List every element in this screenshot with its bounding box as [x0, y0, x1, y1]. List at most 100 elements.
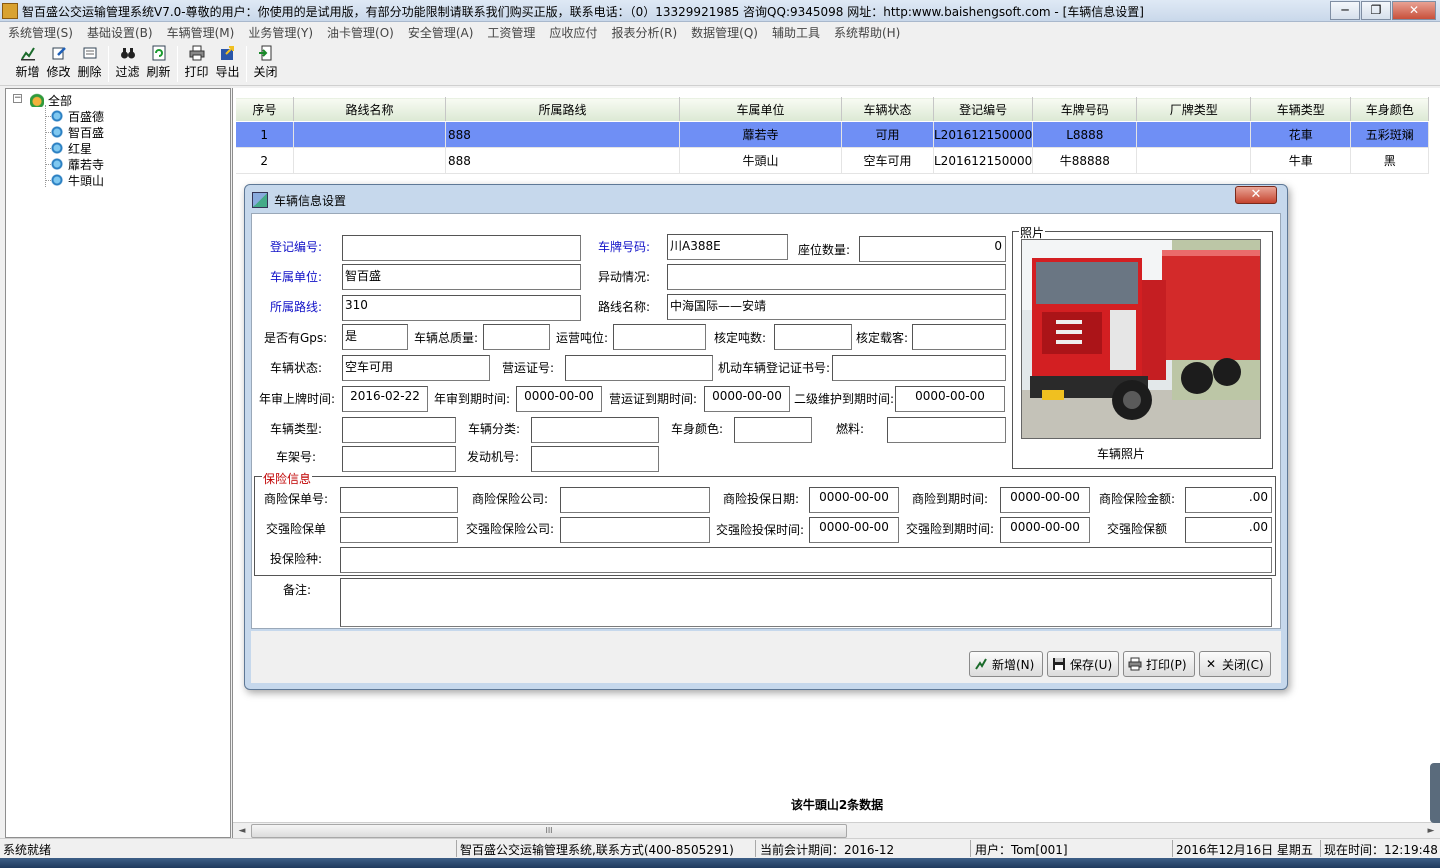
rated-tonnage-field[interactable] [774, 324, 852, 350]
total-mass-field[interactable] [483, 324, 550, 350]
com-due-field[interactable]: 0000-00-00 [1000, 487, 1090, 513]
maintenance-due-field[interactable]: 0000-00-00 [895, 386, 1005, 412]
vehicle-status-field[interactable]: 空车可用 [342, 355, 490, 381]
fuel-label: 燃料: [836, 422, 865, 436]
maximize-button[interactable]: ❐ [1361, 1, 1391, 20]
body-color-field[interactable] [734, 417, 812, 443]
dialog-titlebar: 车辆信息设置 ✕ [245, 185, 1287, 213]
vehicle-class-field[interactable] [531, 417, 659, 443]
reg-no-label: 登记编号: [270, 240, 323, 254]
side-scroll-handle[interactable] [1430, 763, 1440, 823]
motor-reg-field[interactable] [832, 355, 1006, 381]
vehicle-photo[interactable] [1021, 239, 1261, 439]
column-header[interactable]: 序号 [235, 97, 294, 122]
menu-reports[interactable]: 报表分析(R) [607, 22, 681, 42]
menu-system[interactable]: 系统管理(S) [4, 22, 77, 42]
minimize-button[interactable]: ─ [1330, 1, 1360, 20]
dialog-close-action-button[interactable]: ✕ 关闭(C) [1199, 651, 1271, 677]
com-amount-field[interactable]: .00 [1185, 487, 1272, 513]
tree-node-hongxing[interactable]: 红星 [50, 140, 92, 156]
toolbar-filter-button[interactable]: 过滤 [112, 44, 143, 84]
plate-field[interactable]: 川A388E [667, 234, 788, 260]
route-label: 所属路线: [270, 300, 323, 314]
menu-vehicle[interactable]: 车辆管理(M) [163, 22, 239, 42]
dialog-close-button[interactable]: ✕ [1235, 186, 1277, 204]
scroll-right-arrow[interactable]: ► [1423, 824, 1439, 838]
column-header[interactable]: 车辆状态 [841, 97, 934, 122]
cmp-date-field[interactable]: 0000-00-00 [809, 517, 899, 543]
tree-node-baishengde[interactable]: 百盛德 [50, 108, 104, 124]
reg-no-field[interactable] [342, 235, 581, 261]
column-header[interactable]: 车辆类型 [1250, 97, 1352, 122]
scroll-left-arrow[interactable]: ◄ [234, 824, 250, 838]
column-header[interactable]: 车牌号码 [1032, 97, 1138, 122]
tree-collapse-toggle[interactable]: − [13, 94, 22, 103]
menu-bar: 系统管理(S) 基础设置(B) 车辆管理(M) 业务管理(Y) 油卡管理(O) … [0, 22, 1440, 42]
toolbar-export-button[interactable]: 导出 [212, 44, 243, 84]
op-cert-due-field[interactable]: 0000-00-00 [704, 386, 790, 412]
toolbar-refresh-button[interactable]: 刷新 [143, 44, 174, 84]
column-header[interactable]: 所属路线 [445, 97, 680, 122]
dialog-save-button[interactable]: 保存(U) [1047, 651, 1119, 677]
menu-receivable-payable[interactable]: 应收应付 [545, 22, 601, 42]
table-row[interactable]: 1 888 蘼若寺 可用 L201612150000 L8888 花車 五彩斑斓 [235, 121, 1430, 148]
toolbar-edit-button[interactable]: 修改 [43, 44, 74, 84]
toolbar-add-button[interactable]: 新增 [12, 44, 43, 84]
menu-basic-settings[interactable]: 基础设置(B) [83, 22, 157, 42]
column-header[interactable]: 厂牌类型 [1136, 97, 1252, 122]
toolbar-print-button[interactable]: 打印 [181, 44, 212, 84]
annual-due-field[interactable]: 0000-00-00 [516, 386, 602, 412]
column-header[interactable]: 车身颜色 [1350, 97, 1430, 122]
cmp-policy-field[interactable] [340, 517, 458, 543]
notes-field[interactable] [340, 578, 1272, 627]
plate-date-field[interactable]: 2016-02-22 [342, 386, 428, 412]
tree-node-zhibaisheng[interactable]: 智百盛 [50, 124, 104, 140]
toolbar-delete-button[interactable]: 删除 [74, 44, 105, 84]
tree-leaf-icon [50, 173, 64, 187]
cmp-due-label: 交强险到期时间: [906, 522, 995, 536]
cmp-amount-field[interactable]: .00 [1185, 517, 1272, 543]
status-ready: 系统就绪 [3, 843, 52, 857]
toolbar-close-button[interactable]: 关闭 [250, 44, 281, 84]
com-company-field[interactable] [560, 487, 710, 513]
column-header[interactable]: 车属单位 [679, 97, 842, 122]
menu-fuel-card[interactable]: 油卡管理(O) [323, 22, 398, 42]
op-tonnage-field[interactable] [613, 324, 706, 350]
dialog-print-button[interactable]: 打印(P) [1123, 651, 1195, 677]
tree-node-miruosi[interactable]: 蘼若寺 [50, 156, 104, 172]
menu-tools[interactable]: 辅助工具 [768, 22, 824, 42]
dialog-add-button[interactable]: 新增(N) [969, 651, 1043, 677]
table-row[interactable]: 2 888 牛頭山 空车可用 L201612150000 牛88888 牛車 黑 [235, 147, 1430, 174]
insurance-types-field[interactable] [340, 547, 1272, 573]
cmp-due-field[interactable]: 0000-00-00 [1000, 517, 1090, 543]
gps-field[interactable]: 是 [342, 324, 408, 350]
tree-node-root[interactable]: 全部 [30, 92, 72, 108]
column-header[interactable]: 登记编号 [932, 97, 1034, 122]
op-cert-field[interactable] [565, 355, 713, 381]
menu-business[interactable]: 业务管理(Y) [244, 22, 317, 42]
scroll-thumb[interactable]: III [251, 824, 847, 838]
menu-salary[interactable]: 工资管理 [483, 22, 539, 42]
menu-safety[interactable]: 安全管理(A) [404, 22, 478, 42]
rated-passengers-field[interactable] [912, 324, 1006, 350]
com-amount-label: 商险保险金额: [1099, 492, 1176, 506]
unit-field[interactable]: 智百盛 [342, 264, 581, 290]
frame-no-field[interactable] [342, 446, 456, 472]
menu-help[interactable]: 系统帮助(H) [830, 22, 904, 42]
column-header[interactable]: 路线名称 [293, 97, 446, 122]
menu-data[interactable]: 数据管理(Q) [687, 22, 762, 42]
vehicle-type-field[interactable] [342, 417, 456, 443]
close-window-button[interactable]: ✕ [1392, 1, 1436, 20]
tree-node-niutoushan[interactable]: 牛頭山 [50, 172, 104, 188]
fuel-field[interactable] [887, 417, 1006, 443]
seats-field[interactable]: 0 [859, 236, 1006, 262]
engine-no-field[interactable] [531, 446, 659, 472]
cmp-company-field[interactable] [560, 517, 710, 543]
com-policy-field[interactable] [340, 487, 458, 513]
route-field[interactable]: 310 [342, 295, 581, 321]
gps-label: 是否有Gps: [264, 331, 328, 345]
route-name-field[interactable]: 中海国际——安靖 [667, 294, 1006, 320]
com-date-field[interactable]: 0000-00-00 [809, 487, 899, 513]
horizontal-scrollbar[interactable]: ◄ III ► [233, 822, 1440, 838]
change-field[interactable] [667, 264, 1006, 290]
